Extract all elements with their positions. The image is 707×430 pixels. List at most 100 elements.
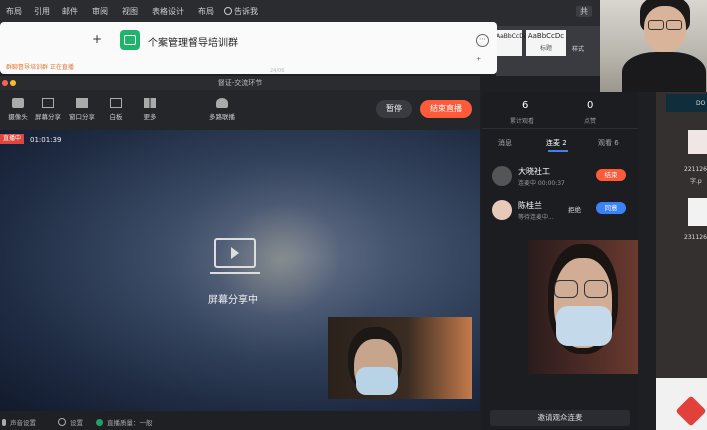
- end-mic-button[interactable]: 结束: [596, 169, 626, 181]
- add-member-icon[interactable]: ⁺: [476, 56, 481, 67]
- tab-mic[interactable]: 连麦 2: [546, 138, 567, 148]
- gear-icon: [58, 418, 66, 426]
- desktop-app-window: [656, 378, 707, 430]
- whiteboard-icon: [110, 98, 122, 108]
- chat-popup: + 个案管理督导培训群 群聊督导培训群 正在直播 24/06 ⋯ ⁺: [0, 22, 497, 74]
- menu-mail[interactable]: 邮件: [62, 6, 78, 17]
- style-sample-2: AaBbCcDc: [527, 32, 565, 40]
- screen-share-label: 屏幕分享: [35, 113, 61, 121]
- menu-review[interactable]: 审阅: [92, 6, 108, 17]
- file-221126-label[interactable]: 221126: [684, 166, 707, 173]
- tab-messages[interactable]: 消息: [498, 138, 512, 148]
- whiteboard-button[interactable]: 白板: [98, 96, 134, 126]
- lightbulb-icon: [224, 7, 232, 15]
- glasses-right: [666, 20, 682, 30]
- style-heading[interactable]: AaBbCcDc 标题: [526, 30, 566, 56]
- multi-stream-button[interactable]: 多路联播: [202, 96, 242, 126]
- group-chat-icon: [120, 30, 140, 50]
- settings[interactable]: 设置: [58, 417, 83, 427]
- avatar: [492, 166, 512, 186]
- network-quality: 直播质量：一般: [96, 417, 153, 427]
- window-share-icon: [76, 98, 88, 108]
- menu-view[interactable]: 视图: [122, 6, 138, 17]
- user-1-status: 连麦中 00:00:37: [518, 180, 565, 187]
- screen-share-stand: [210, 272, 260, 274]
- file-221126-sub: 字.p: [690, 178, 702, 185]
- style-normal[interactable]: AaBbCcDc: [496, 30, 527, 56]
- minimize-window-button[interactable]: [10, 80, 16, 86]
- menu-tell-me[interactable]: 告诉我: [224, 6, 258, 17]
- menu-layout[interactable]: 布局: [6, 6, 22, 17]
- settings-label: 设置: [70, 419, 83, 427]
- network-label: 直播质量：一般: [107, 419, 153, 427]
- tab-underline: [548, 150, 568, 152]
- stat-views-value: 6: [522, 100, 529, 111]
- window-share-button[interactable]: 窗口分享: [64, 96, 100, 126]
- guest-video-large[interactable]: [528, 240, 638, 374]
- group-title[interactable]: 个案管理督导培训群: [148, 34, 238, 49]
- user-2-status: 等待连麦中...: [518, 214, 554, 221]
- multi-stream-icon: [216, 98, 228, 108]
- glasses-left: [648, 20, 664, 30]
- live-window: 督证-交流环节 摄像头 屏幕分享 窗口分享 白板 更多 多路联播 暂停 结束直播…: [0, 76, 480, 430]
- more-button[interactable]: 更多: [132, 96, 168, 126]
- end-live-button[interactable]: 结束直播: [420, 100, 472, 118]
- accept-button[interactable]: 同意: [596, 202, 626, 214]
- screen-share-button[interactable]: 屏幕分享: [30, 96, 66, 126]
- divider: [482, 128, 638, 129]
- screen-share-stage: 直播中 01:01:39 屏幕分享中: [0, 130, 480, 411]
- live-toolbar: 摄像头 屏幕分享 窗口分享 白板 更多 多路联播 暂停 结束直播: [0, 90, 480, 130]
- more-label: 更多: [143, 113, 157, 121]
- menu-table-design[interactable]: 表格设计: [152, 6, 184, 17]
- tell-me-label: 告诉我: [234, 7, 258, 16]
- window-titlebar: 督证-交流环节: [0, 76, 480, 90]
- grid-icon: [144, 98, 156, 108]
- plus-icon[interactable]: +: [92, 32, 102, 46]
- menu-references[interactable]: 引用: [34, 6, 50, 17]
- avatar: [492, 200, 512, 220]
- share-button[interactable]: 共: [576, 6, 592, 17]
- audio-settings[interactable]: 声音设置: [2, 417, 36, 427]
- stat-views-label: 累计观看: [510, 118, 535, 125]
- live-badge: 直播中: [0, 134, 25, 144]
- style-sample-1: AaBbCcDc: [496, 33, 528, 40]
- guest-video-thumb[interactable]: [328, 317, 472, 399]
- whiteboard-label: 白板: [109, 113, 123, 121]
- tab-viewers[interactable]: 观看 6: [598, 138, 619, 148]
- screen-share-icon-large: [214, 238, 256, 268]
- app-logo-icon: [675, 395, 707, 427]
- invite-audience-button[interactable]: 邀请观众连麦: [490, 410, 630, 426]
- pause-button[interactable]: 暂停: [376, 100, 412, 118]
- live-statusbar: 声音设置 设置 直播质量：一般: [0, 411, 480, 430]
- audio-settings-label: 声音设置: [10, 419, 36, 427]
- multi-stream-label: 多路联播: [209, 113, 235, 121]
- microphone-icon: [2, 419, 6, 426]
- stat-likes-label: 点赞: [584, 118, 597, 125]
- user-2-name: 陈桂兰: [518, 201, 542, 210]
- screen-share-status: 屏幕分享中: [208, 295, 258, 306]
- file-thumbnail-2[interactable]: [688, 198, 707, 226]
- word-styles-gallery: AaBbCcDc AaBbCcDc 标题 样式: [496, 26, 606, 76]
- screen-share-icon: [42, 98, 54, 108]
- style-name-heading: 标题: [539, 45, 552, 52]
- file-231126-label[interactable]: 231126: [684, 234, 707, 241]
- live-timer: 01:01:39: [30, 136, 62, 144]
- more-icon[interactable]: ⋯: [476, 34, 489, 47]
- menu-layout-2[interactable]: 布局: [198, 6, 214, 17]
- reject-button[interactable]: 拒绝: [568, 204, 581, 214]
- styles-pane-button[interactable]: 样式: [572, 44, 584, 53]
- network-icon: [96, 419, 103, 426]
- chat-snippet: 群聊督导培训群 正在直播: [6, 64, 74, 71]
- presenter-webcam: [600, 0, 707, 92]
- user-1-name: 大晓社工: [518, 167, 550, 176]
- file-do-label[interactable]: DO: [696, 100, 705, 107]
- window-share-label: 窗口分享: [69, 113, 95, 121]
- close-window-button[interactable]: [2, 80, 8, 86]
- desktop-background: DO 221126 字.p 231126: [656, 92, 707, 430]
- camera-label: 摄像头: [8, 113, 28, 121]
- window-title: 督证-交流环节: [217, 79, 263, 87]
- presenter-shirt: [622, 52, 706, 92]
- file-thumbnail-1[interactable]: [688, 130, 707, 154]
- chat-count: 24/06: [270, 68, 285, 74]
- camera-icon: [12, 98, 24, 108]
